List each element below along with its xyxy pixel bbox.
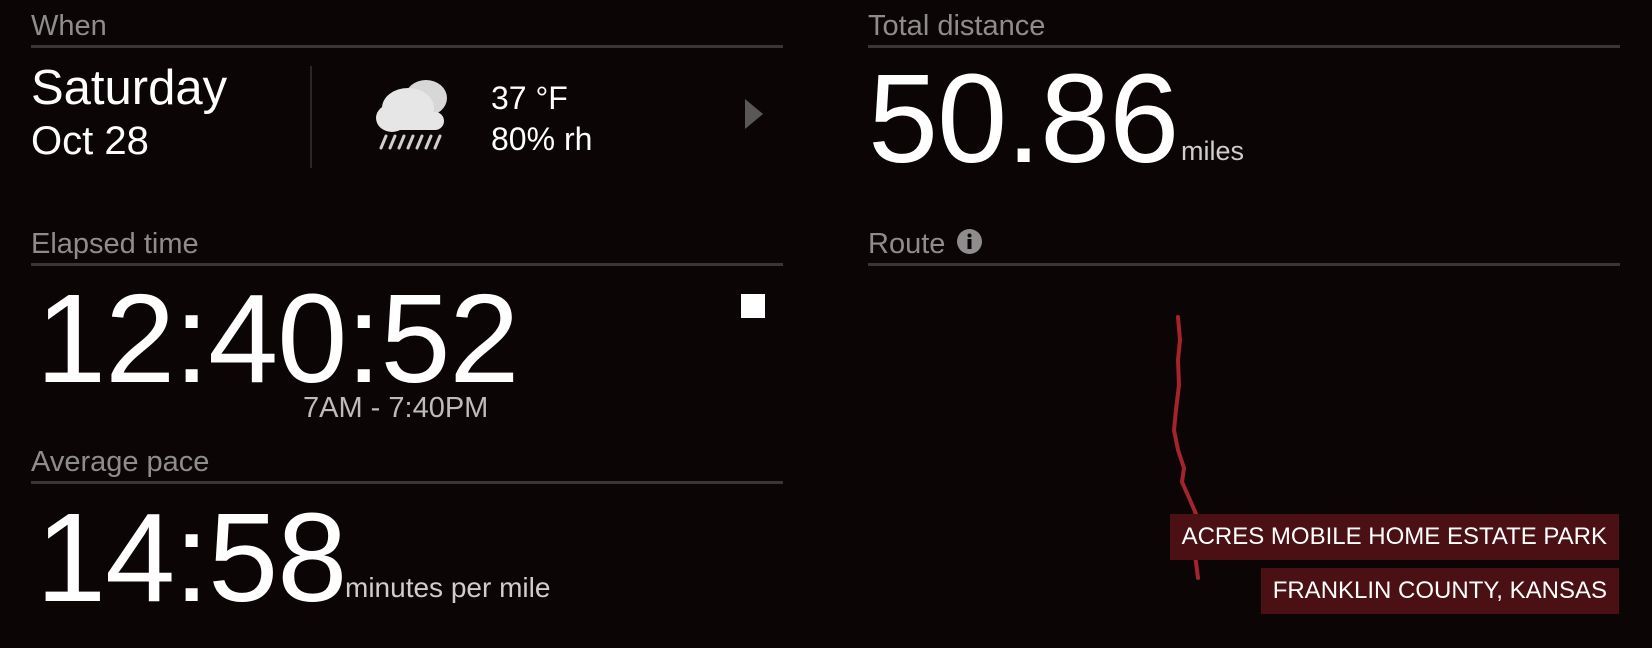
elapsed-divider [31,263,783,266]
distance-unit: miles [1181,136,1245,166]
pace-unit: minutes per mile [345,572,551,603]
chevron-right-icon[interactable] [742,96,766,132]
pace-divider [31,481,783,484]
when-title: When [31,10,107,42]
distance-value: 50.86 [868,48,1179,189]
day-name: Saturday [31,61,228,115]
pace-value: 14:58 [36,487,347,628]
humidity: 80% rh [491,121,593,157]
pace-title: Average pace [31,446,210,478]
route-place-label: ACRES MOBILE HOME ESTATE PARK [1169,514,1619,560]
elapsed-time-range: 7AM - 7:40PM [303,392,489,424]
route-title: Route [868,228,946,260]
rain-cloud-icon [376,80,447,150]
route-place-label: FRANKLIN COUNTY, KANSAS [1260,568,1619,614]
elapsed-value: 12:40:52 [36,268,519,409]
when-vertical-divider [310,66,312,168]
temperature: 37 °F [491,80,568,116]
distance-title: Total distance [868,10,1046,42]
info-icon[interactable] [956,228,983,255]
route-divider [868,263,1620,266]
stop-icon[interactable] [741,294,765,318]
when-divider [31,45,783,48]
elapsed-title: Elapsed time [31,228,199,260]
date-value: Oct 28 [31,119,149,163]
